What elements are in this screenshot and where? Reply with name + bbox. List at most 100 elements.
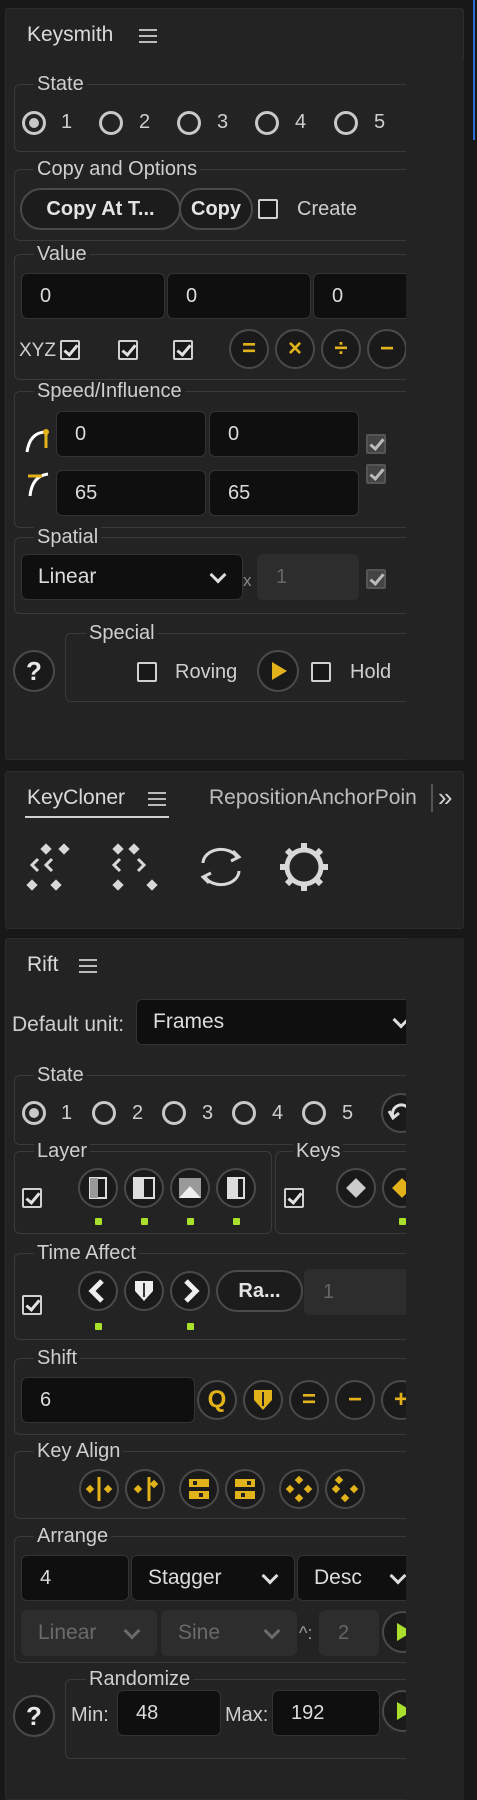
y-checkbox[interactable]	[118, 340, 138, 360]
arrange-order-value: Desc	[314, 1566, 362, 1589]
x-checkbox[interactable]	[60, 340, 80, 360]
layer-split-button[interactable]	[124, 1168, 164, 1208]
value-x-field[interactable]: 0	[21, 273, 165, 319]
panel-menu-icon[interactable]	[79, 959, 97, 973]
shift-set-button[interactable]: =	[289, 1380, 329, 1420]
layer-align-left-button[interactable]	[78, 1168, 118, 1208]
rift-state-radio-2[interactable]	[92, 1101, 116, 1125]
value-z-field[interactable]: 0	[313, 273, 413, 319]
rift-state-radio-1[interactable]	[22, 1101, 46, 1125]
keycloner-loop-icon[interactable]	[193, 839, 249, 895]
tab-reposition-anchor-point[interactable]: RepositionAnchorPoin	[209, 786, 433, 810]
rift-state-label: State	[34, 1064, 87, 1087]
arrange-ease-in-dropdown[interactable]: Linear	[21, 1610, 157, 1656]
play-button[interactable]	[257, 650, 299, 692]
shift-label: Shift	[34, 1347, 81, 1370]
shift-value-field[interactable]: 6	[21, 1377, 195, 1423]
state-radio-5[interactable]	[334, 111, 358, 135]
value-multiply-button[interactable]: ×	[275, 329, 315, 369]
panel-menu-icon[interactable]	[148, 792, 166, 806]
ease-in-icon	[24, 426, 50, 456]
time-forward-button[interactable]	[170, 1271, 210, 1311]
help-icon[interactable]: ?	[13, 650, 55, 692]
panel-right-mask-gap2	[406, 929, 477, 938]
copy-options-label: Copy and Options	[34, 158, 201, 181]
keycloner-clone-icon[interactable]	[24, 839, 78, 895]
influence-in-field[interactable]: 65	[56, 470, 206, 516]
arrange-count-field[interactable]: 4	[21, 1555, 129, 1601]
help-icon[interactable]: ?	[13, 1695, 55, 1737]
align-end-button[interactable]	[125, 1469, 165, 1509]
chevron-down-icon	[261, 1567, 279, 1585]
tab-keycloner[interactable]: KeyCloner	[27, 786, 125, 810]
shift-subtract-button[interactable]: −	[335, 1380, 375, 1420]
panel-title: Rift	[27, 953, 59, 976]
spatial-multiplier-field[interactable]: 1	[257, 554, 359, 600]
chevron-down-icon	[209, 566, 227, 584]
power-label: ^:	[299, 1623, 313, 1643]
state-radio-3[interactable]	[177, 111, 201, 135]
key-align-label: Key Align	[34, 1440, 124, 1463]
copy-button[interactable]: Copy	[179, 188, 253, 230]
arrange-ease-out-dropdown[interactable]: Sine	[161, 1610, 297, 1656]
randomize-max-field[interactable]: 192	[272, 1690, 380, 1736]
layer-right-active-dot	[233, 1218, 240, 1225]
keycloner-reverse-icon[interactable]	[108, 839, 162, 895]
value-y-field[interactable]: 0	[167, 273, 311, 319]
roving-checkbox[interactable]	[137, 662, 157, 682]
shift-playhead-button[interactable]	[243, 1380, 283, 1420]
keysmith-panel: Keysmith State 1 2 3 4 5 Copy and Option…	[5, 8, 464, 760]
spatial-checkbox[interactable]	[366, 569, 386, 589]
speed-row1-checkbox[interactable]	[366, 434, 386, 454]
chevron-down-icon	[263, 1622, 281, 1640]
randomize-min-field[interactable]: 48	[117, 1690, 221, 1736]
align-spread-button[interactable]	[325, 1469, 365, 1509]
layer-shape-button[interactable]	[170, 1168, 210, 1208]
speed-row2-checkbox[interactable]	[366, 464, 386, 484]
rift-panel: Rift Default unit: Frames State 1 2 3 4 …	[5, 938, 464, 1800]
speed-influence-label: Speed/Influence	[34, 380, 185, 403]
time-value-field[interactable]: 1	[304, 1269, 416, 1315]
layer-align-right-button[interactable]	[216, 1168, 256, 1208]
state-radio-2[interactable]	[99, 111, 123, 135]
shift-quantize-button[interactable]: Q	[197, 1380, 237, 1420]
influence-out-field[interactable]: 65	[209, 470, 359, 516]
arrange-order-dropdown[interactable]: Desc	[297, 1555, 416, 1601]
hold-checkbox[interactable]	[311, 662, 331, 682]
time-affect-checkbox[interactable]	[22, 1295, 42, 1315]
time-back-button[interactable]	[78, 1271, 118, 1311]
copy-at-time-button[interactable]: Copy At T...	[20, 188, 181, 230]
special-label: Special	[86, 622, 158, 645]
panel-right-mask-gap1	[406, 760, 477, 771]
z-checkbox[interactable]	[173, 340, 193, 360]
keys-diamond-button[interactable]	[336, 1168, 376, 1208]
arrange-mode-dropdown[interactable]: Stagger	[131, 1555, 295, 1601]
value-subtract-button[interactable]: −	[367, 329, 407, 369]
layer-checkbox[interactable]	[22, 1188, 42, 1208]
rift-state-radio-3[interactable]	[162, 1101, 186, 1125]
state-radio-3-label: 3	[217, 111, 229, 133]
spatial-interp-dropdown[interactable]: Linear	[21, 554, 243, 600]
rift-state-radio-4[interactable]	[232, 1101, 256, 1125]
value-set-button[interactable]: =	[229, 329, 269, 369]
window-edge	[473, 0, 475, 140]
default-unit-dropdown[interactable]: Frames	[136, 999, 416, 1045]
rift-state-radio-5[interactable]	[302, 1101, 326, 1125]
power-field[interactable]: 2	[319, 1610, 379, 1656]
time-mode-button[interactable]: Ra...	[216, 1270, 303, 1312]
time-playhead-button[interactable]	[124, 1271, 164, 1311]
align-stack-right-button[interactable]	[225, 1469, 265, 1509]
gear-icon[interactable]	[276, 839, 332, 895]
speed-out-field[interactable]: 0	[209, 411, 359, 457]
panel-title: Keysmith	[27, 23, 114, 46]
keys-checkbox[interactable]	[284, 1188, 304, 1208]
value-divide-button[interactable]: ÷	[321, 329, 361, 369]
state-radio-4[interactable]	[255, 111, 279, 135]
align-start-button[interactable]	[79, 1469, 119, 1509]
align-distribute-button[interactable]	[279, 1469, 319, 1509]
speed-in-field[interactable]: 0	[56, 411, 206, 457]
create-checkbox[interactable]	[258, 199, 278, 219]
state-radio-1[interactable]	[22, 111, 46, 135]
align-stack-left-button[interactable]	[179, 1469, 219, 1509]
panel-menu-icon[interactable]	[139, 29, 157, 43]
